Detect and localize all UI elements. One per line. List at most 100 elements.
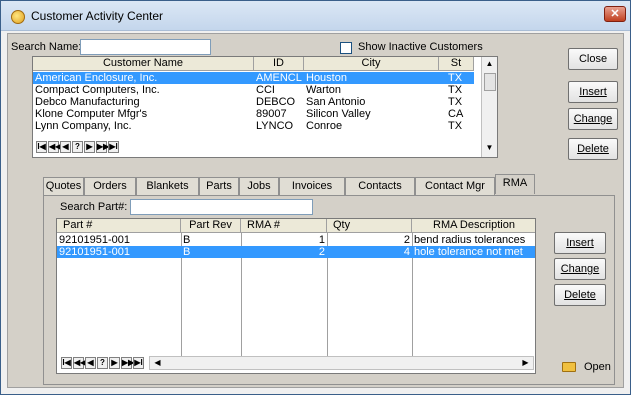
rma-hscroll[interactable]: ◀ ▶ bbox=[149, 356, 534, 370]
cell-rma-num: 2 bbox=[318, 246, 325, 258]
cell-id: CCI bbox=[256, 84, 275, 96]
cell-name: Klone Computer Mfgr's bbox=[35, 108, 148, 120]
first-record-button[interactable]: I◀ bbox=[36, 141, 47, 153]
customer-row[interactable]: American Enclosure, Inc. AMENCL Houston … bbox=[33, 72, 474, 84]
scroll-left-icon[interactable]: ◀ bbox=[150, 356, 165, 370]
find-record-button[interactable]: ? bbox=[72, 141, 83, 153]
rma-grid[interactable]: Part # Part Rev RMA # Qty RMA Descriptio… bbox=[56, 218, 536, 374]
prev-page-button[interactable]: ◀◀ bbox=[48, 141, 61, 153]
cell-city: Silicon Valley bbox=[306, 108, 371, 120]
search-part-input[interactable] bbox=[130, 199, 313, 215]
change-button[interactable]: Change bbox=[568, 108, 618, 130]
cell-name: Debco Manufacturing bbox=[35, 96, 140, 108]
main-window: Customer Activity Center ✕ Search Name: … bbox=[0, 0, 631, 395]
cell-rma-description: hole tolerance not met bbox=[414, 246, 523, 258]
customer-vscroll[interactable]: ▲ ▼ bbox=[481, 57, 497, 157]
cell-st: CA bbox=[448, 108, 464, 120]
rma-row[interactable]: 92101951-001 B 1 2 bend radius tolerance… bbox=[57, 234, 535, 246]
col-rma-description[interactable]: RMA Description bbox=[412, 219, 535, 233]
next-record-button[interactable]: ▶ bbox=[84, 141, 95, 153]
tab-jobs[interactable]: Jobs bbox=[239, 177, 279, 195]
next-record-button[interactable]: ▶ bbox=[109, 357, 120, 369]
col-customer-name[interactable]: Customer Name bbox=[33, 57, 254, 71]
last-record-button[interactable]: ▶I bbox=[108, 141, 119, 153]
window-close-icon[interactable]: ✕ bbox=[604, 6, 626, 22]
col-qty[interactable]: Qty bbox=[327, 219, 412, 233]
cell-part-num: 92101951-001 bbox=[59, 234, 130, 246]
cell-part-rev: B bbox=[183, 234, 191, 246]
col-rma-num[interactable]: RMA # bbox=[241, 219, 327, 233]
prev-page-button[interactable]: ◀◀ bbox=[73, 357, 86, 369]
cell-name: American Enclosure, Inc. bbox=[35, 72, 158, 84]
col-id[interactable]: ID bbox=[254, 57, 304, 71]
scroll-down-icon[interactable]: ▼ bbox=[482, 141, 497, 155]
cell-city: Houston bbox=[306, 72, 347, 84]
rma-row[interactable]: 92101951-001 B 2 4 hole tolerance not me… bbox=[57, 246, 535, 258]
cell-st: TX bbox=[448, 120, 463, 132]
rma-delete-button[interactable]: Delete bbox=[554, 284, 606, 306]
tab-invoices[interactable]: Invoices bbox=[279, 177, 345, 195]
tab-orders[interactable]: Orders bbox=[84, 177, 136, 195]
window-title: Customer Activity Center bbox=[31, 9, 164, 23]
cell-id: DEBCO bbox=[256, 96, 296, 108]
customer-row[interactable]: Lynn Company, Inc. LYNCO Conroe TX bbox=[33, 120, 474, 132]
find-record-button[interactable]: ? bbox=[97, 357, 108, 369]
cell-id: LYNCO bbox=[256, 120, 294, 132]
col-part-rev[interactable]: Part Rev bbox=[181, 219, 241, 233]
tab-quotes[interactable]: Quotes bbox=[43, 177, 84, 195]
cell-id: 89007 bbox=[256, 108, 287, 120]
cell-st: TX bbox=[448, 84, 463, 96]
show-inactive-label: Show Inactive Customers bbox=[358, 41, 483, 53]
first-record-button[interactable]: I◀ bbox=[61, 357, 72, 369]
tab-blankets[interactable]: Blankets bbox=[136, 177, 199, 195]
scroll-right-icon[interactable]: ▶ bbox=[518, 356, 533, 370]
col-city[interactable]: City bbox=[304, 57, 439, 71]
cell-st: TX bbox=[448, 72, 463, 84]
cell-rma-num: 1 bbox=[318, 234, 325, 246]
cell-name: Lynn Company, Inc. bbox=[35, 120, 132, 132]
tab-contacts[interactable]: Contacts bbox=[345, 177, 415, 195]
folder-open-icon[interactable] bbox=[562, 362, 576, 372]
col-st[interactable]: St bbox=[439, 57, 474, 71]
scroll-thumb[interactable] bbox=[484, 73, 496, 91]
title-bar: Customer Activity Center ✕ bbox=[1, 1, 630, 31]
close-button[interactable]: Close bbox=[568, 48, 618, 70]
cell-qty: 4 bbox=[403, 246, 410, 258]
customer-row[interactable]: Debco Manufacturing DEBCO San Antonio TX bbox=[33, 96, 474, 108]
cell-part-num: 92101951-001 bbox=[59, 246, 130, 258]
cell-qty: 2 bbox=[403, 234, 410, 246]
search-part-label: Search Part#: bbox=[60, 201, 128, 213]
customer-grid[interactable]: Customer Name ID City St American Enclos… bbox=[32, 56, 498, 158]
app-icon bbox=[11, 10, 25, 24]
cell-id: AMENCL bbox=[256, 72, 302, 84]
prev-record-button[interactable]: ◀ bbox=[85, 357, 96, 369]
rma-panel: Search Part#: Part # Part Rev RMA # Qty … bbox=[43, 195, 615, 385]
show-inactive-checkbox[interactable] bbox=[340, 42, 352, 54]
cell-city: Conroe bbox=[306, 120, 343, 132]
cell-part-rev: B bbox=[183, 246, 191, 258]
customer-row[interactable]: Compact Computers, Inc. CCI Warton TX bbox=[33, 84, 474, 96]
scroll-up-icon[interactable]: ▲ bbox=[482, 57, 497, 71]
cell-rma-description: bend radius tolerances bbox=[414, 234, 526, 246]
tab-rma[interactable]: RMA bbox=[495, 174, 535, 194]
client-area: Search Name: Show Inactive Customers Cus… bbox=[7, 33, 624, 388]
last-record-button[interactable]: ▶I bbox=[133, 357, 144, 369]
delete-button[interactable]: Delete bbox=[568, 138, 618, 160]
search-name-label: Search Name: bbox=[11, 41, 82, 53]
cell-st: TX bbox=[448, 96, 463, 108]
next-page-button[interactable]: ▶▶ bbox=[96, 141, 109, 153]
tab-contact-mgr[interactable]: Contact Mgr bbox=[415, 177, 495, 195]
next-page-button[interactable]: ▶▶ bbox=[121, 357, 134, 369]
cell-city: San Antonio bbox=[306, 96, 366, 108]
rma-insert-button[interactable]: Insert bbox=[554, 232, 606, 254]
cell-name: Compact Computers, Inc. bbox=[35, 84, 160, 96]
col-part-num[interactable]: Part # bbox=[57, 219, 181, 233]
insert-button[interactable]: Insert bbox=[568, 81, 618, 103]
search-name-input[interactable] bbox=[80, 39, 211, 55]
tab-parts[interactable]: Parts bbox=[199, 177, 239, 195]
rma-change-button[interactable]: Change bbox=[554, 258, 606, 280]
prev-record-button[interactable]: ◀ bbox=[60, 141, 71, 153]
cell-city: Warton bbox=[306, 84, 342, 96]
open-label[interactable]: Open bbox=[584, 361, 611, 373]
customer-row[interactable]: Klone Computer Mfgr's 89007 Silicon Vall… bbox=[33, 108, 474, 120]
